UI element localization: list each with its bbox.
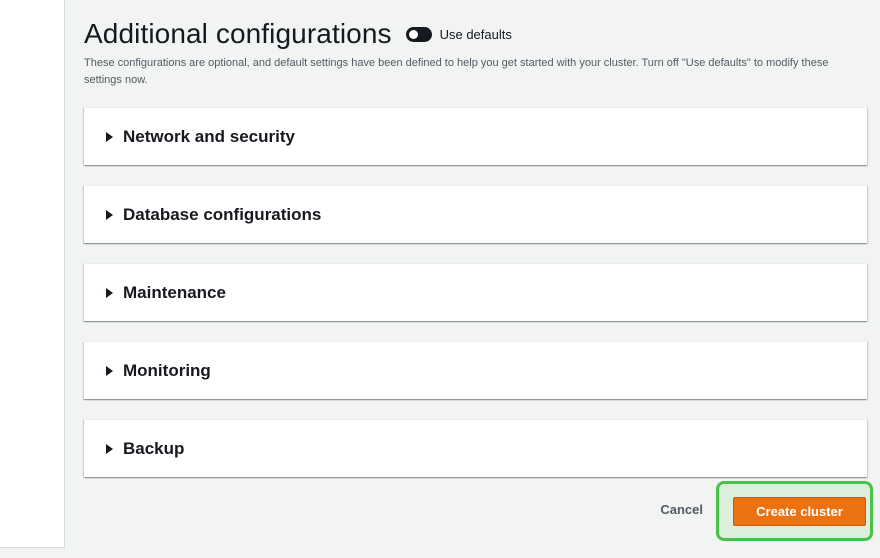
section-database-configurations[interactable]: Database configurations xyxy=(84,185,867,243)
side-navigation-panel xyxy=(0,0,65,548)
use-defaults-toggle[interactable] xyxy=(405,26,432,42)
caret-right-icon xyxy=(106,131,113,142)
section-title: Database configurations xyxy=(123,204,322,224)
page-title: Additional configurations xyxy=(84,18,392,49)
section-title: Monitoring xyxy=(123,360,211,380)
section-title: Backup xyxy=(123,438,185,458)
form-actions: Cancel Create cluster xyxy=(84,481,873,541)
create-cluster-button[interactable]: Create cluster xyxy=(733,497,866,526)
section-maintenance[interactable]: Maintenance xyxy=(84,263,867,321)
caret-right-icon xyxy=(106,287,113,298)
toggle-knob xyxy=(408,29,418,39)
section-backup[interactable]: Backup xyxy=(84,419,867,477)
section-title: Network and security xyxy=(123,126,295,146)
section-header: Additional configurations Use defaults xyxy=(84,16,512,52)
cancel-button[interactable]: Cancel xyxy=(660,502,703,517)
main-content: Additional configurations Use defaults T… xyxy=(84,0,873,558)
section-network-and-security[interactable]: Network and security xyxy=(84,107,867,165)
section-monitoring[interactable]: Monitoring xyxy=(84,341,867,399)
caret-right-icon xyxy=(106,365,113,376)
caret-right-icon xyxy=(106,209,113,220)
section-title: Maintenance xyxy=(123,282,226,302)
use-defaults-label: Use defaults xyxy=(439,26,512,42)
caret-right-icon xyxy=(106,443,113,454)
description-text: These configurations are optional, and d… xyxy=(84,57,829,86)
